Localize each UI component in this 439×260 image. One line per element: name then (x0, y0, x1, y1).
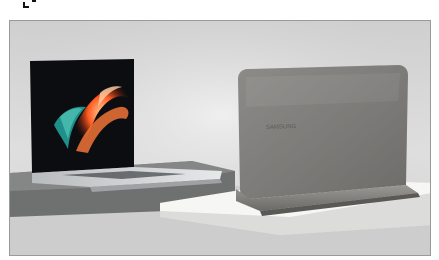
product-photo: SAMSUNG (9, 20, 431, 256)
crop-mark-icon (23, 0, 36, 8)
brand-logo: SAMSUNG (266, 124, 297, 131)
laptop-scene: SAMSUNG (10, 21, 430, 255)
